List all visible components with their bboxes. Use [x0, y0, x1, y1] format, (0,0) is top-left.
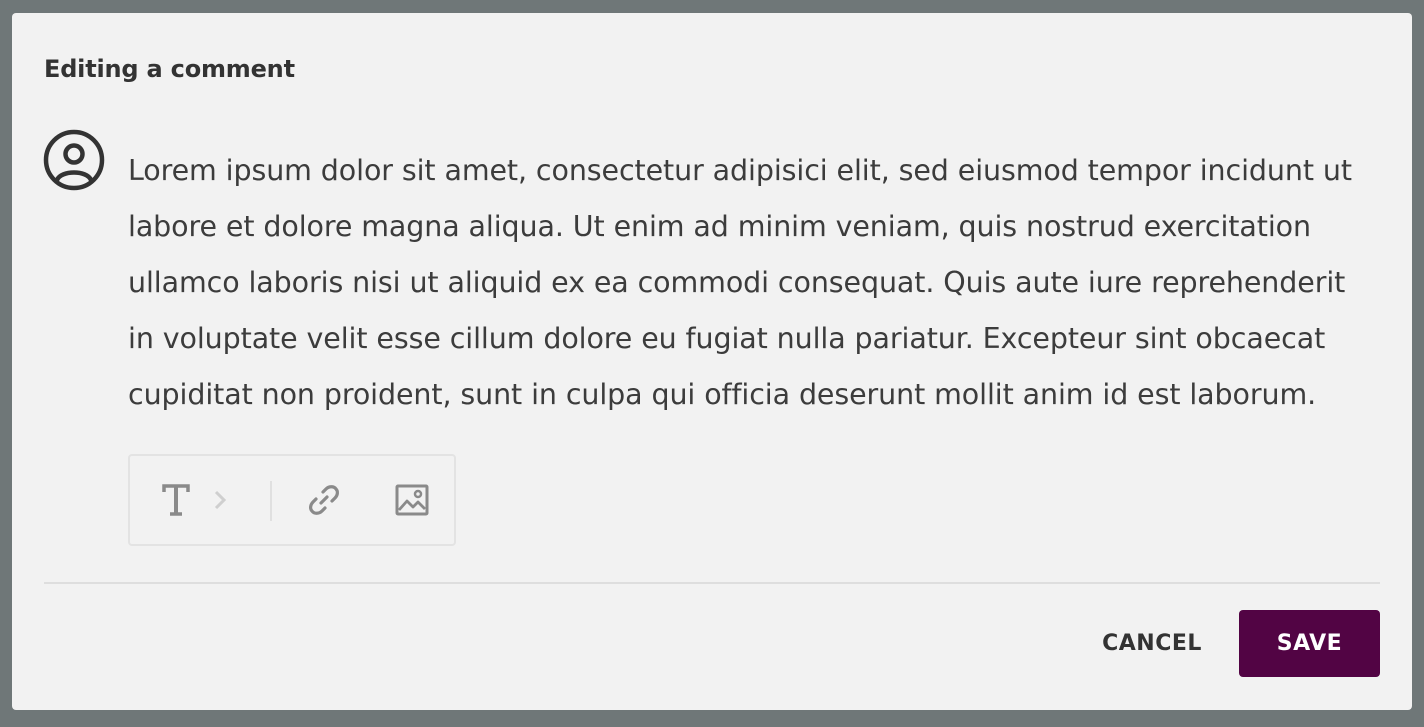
cancel-button[interactable]: CANCEL [1084, 610, 1220, 677]
save-button[interactable]: SAVE [1239, 610, 1380, 677]
text-format-button[interactable] [156, 456, 196, 544]
chevron-right-icon [214, 490, 227, 510]
dialog-title: Editing a comment [44, 55, 295, 83]
footer-divider [44, 582, 1380, 584]
insert-image-button[interactable] [388, 456, 436, 544]
toolbar-separator [270, 481, 272, 521]
text-format-dropdown[interactable] [204, 456, 236, 544]
formatting-toolbar [128, 454, 456, 546]
image-icon [395, 484, 429, 516]
link-icon [309, 485, 339, 515]
insert-link-button[interactable] [302, 456, 346, 544]
edit-comment-dialog: Editing a comment Lorem ipsum dolor sit … [12, 13, 1412, 710]
comment-text-editor[interactable]: Lorem ipsum dolor sit amet, consectetur … [128, 143, 1368, 423]
user-circle-icon [43, 129, 105, 191]
text-format-icon [162, 484, 190, 516]
